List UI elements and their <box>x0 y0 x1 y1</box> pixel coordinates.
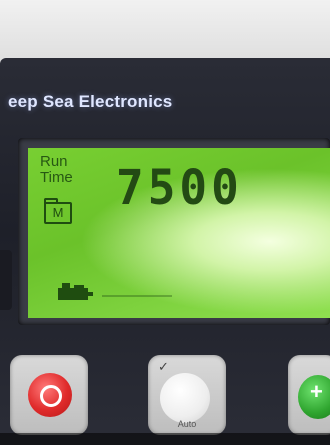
stop-button[interactable] <box>28 373 72 417</box>
stop-button-plate <box>10 355 88 435</box>
run-label-line2: Time <box>40 169 73 186</box>
side-connector <box>0 250 12 310</box>
genset-icon <box>58 283 93 300</box>
image-caption <box>0 433 330 445</box>
start-button-plate <box>288 355 330 435</box>
meter-icon: M <box>44 198 72 224</box>
genset-status-bar <box>102 295 172 297</box>
run-time-value: 7500 <box>116 158 243 216</box>
run-time-label: Run Time <box>40 154 73 186</box>
auto-button-plate: ✓ Auto <box>148 355 226 435</box>
auto-button[interactable] <box>160 373 210 423</box>
brand-label: eep Sea Electronics <box>8 92 173 111</box>
check-icon: ✓ <box>158 359 169 374</box>
run-label-line1: Run <box>40 153 68 170</box>
meter-icon-text: M <box>52 205 64 220</box>
start-button[interactable] <box>298 375 330 419</box>
auto-label: Auto <box>177 419 197 429</box>
lcd-display: Run Time M 7500 <box>28 148 330 318</box>
